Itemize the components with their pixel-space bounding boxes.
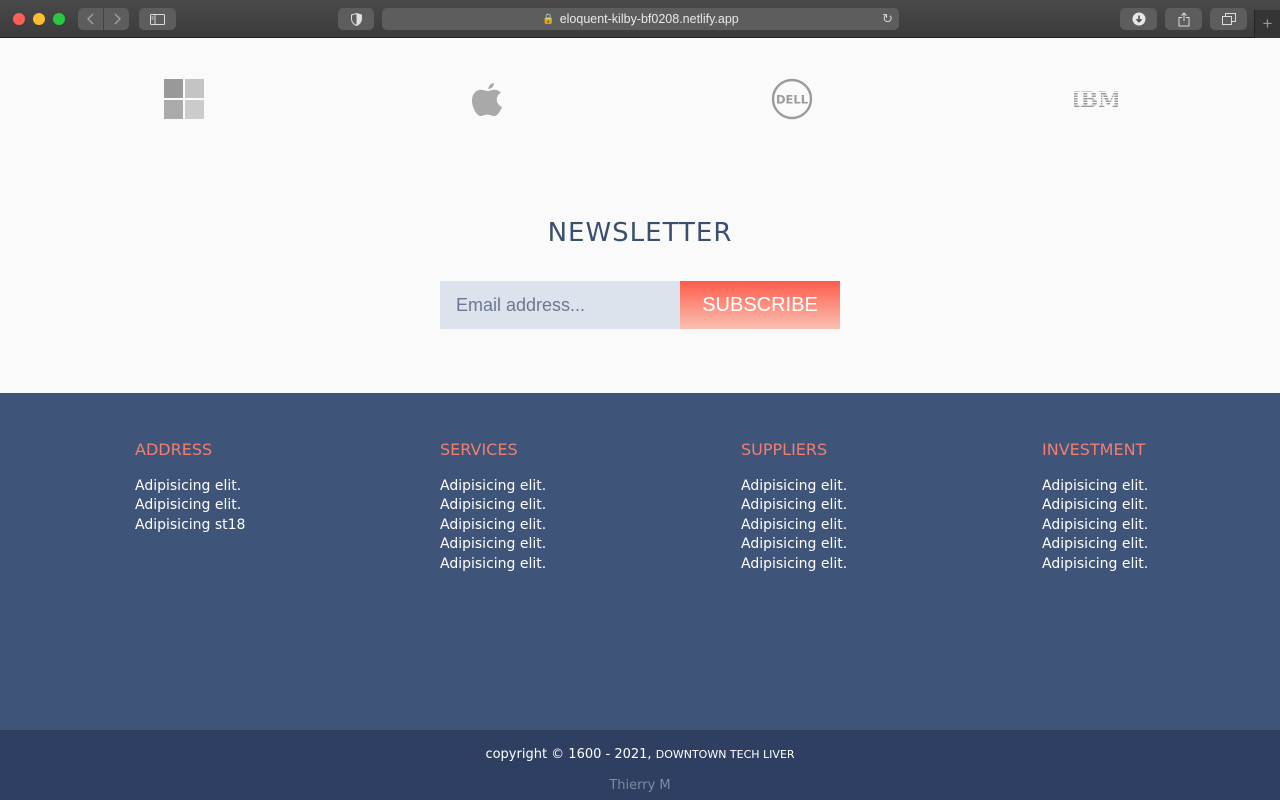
lock-icon: 🔒 — [542, 13, 555, 25]
footer-item: Adipisicing elit. — [741, 555, 848, 572]
footer-column-address: ADDRESS Adipisicing elit. Adipisicing el… — [135, 440, 375, 535]
footer-item: Adipisicing elit. — [741, 497, 848, 514]
email-input[interactable] — [440, 281, 680, 329]
windows-logo — [161, 76, 207, 122]
footer-list-address: Adipisicing elit. Adipisicing elit. Adip… — [135, 477, 375, 535]
reload-icon[interactable]: ↻ — [882, 11, 893, 27]
footer-item: Adipisicing elit. — [1042, 497, 1149, 514]
address-bar[interactable]: 🔒 eloquent-kilby-bf0208.netlify.app ↻ — [382, 8, 899, 30]
new-tab-button[interactable]: + — [1254, 10, 1280, 38]
newsletter-title: NEWSLETTER — [547, 218, 733, 248]
footer-column-investment: INVESTMENT Adipisicing elit. Adipisicing… — [1042, 440, 1280, 574]
sidebar-toggle-button[interactable] — [139, 8, 176, 30]
tabs-overview-icon — [1221, 13, 1236, 25]
page-content: DELL IBM NEWSLETTER SUBSCRIBE ADDRESS Ad… — [0, 38, 1280, 800]
footer-item: Adipisicing elit. — [440, 516, 547, 533]
footer-heading-suppliers: SUPPLIERS — [741, 440, 828, 459]
chevron-right-icon — [113, 13, 121, 25]
footer-item: Adipisicing elit. — [440, 497, 547, 514]
share-icon — [1178, 11, 1189, 26]
footer-item: Adipisicing st18 — [135, 516, 246, 533]
footer-column-services: SERVICES Adipisicing elit. Adipisicing e… — [440, 440, 680, 574]
footer-list-investment: Adipisicing elit. Adipisicing elit. Adip… — [1042, 477, 1280, 574]
url-text: eloquent-kilby-bf0208.netlify.app — [559, 12, 739, 26]
shield-icon — [350, 12, 362, 26]
brand-name: DOWNTOWN TECH LIVER — [655, 748, 795, 761]
footer-item: Adipisicing elit. — [135, 497, 242, 514]
footer-item: Adipisicing elit. — [741, 536, 848, 553]
footer-item: Adipisicing elit. — [1042, 516, 1149, 533]
tab-overview-button[interactable] — [1210, 8, 1247, 30]
downloads-button[interactable] — [1120, 8, 1157, 30]
ibm-logo: IBM — [1073, 76, 1119, 122]
copyright-text: copyright © 1600 - 2021, DOWNTOWN TECH L… — [0, 747, 1280, 762]
author-credit: Thierry M — [609, 778, 671, 793]
footer-item: Adipisicing elit. — [135, 478, 242, 494]
newsletter-form: SUBSCRIBE — [440, 281, 840, 329]
footer-item: Adipisicing elit. — [741, 516, 848, 533]
back-button[interactable] — [78, 8, 103, 30]
footer-item: Adipisicing elit. — [440, 478, 547, 494]
footer-item: Adipisicing elit. — [1042, 555, 1149, 572]
ibm-logo-text: IBM — [1074, 88, 1118, 110]
download-icon — [1132, 12, 1145, 26]
copyright-label: copyright © 1600 - 2021, — [485, 747, 652, 762]
footer-column-suppliers: SUPPLIERS Adipisicing elit. Adipisicing … — [741, 440, 981, 574]
footer-heading-address: ADDRESS — [135, 440, 213, 459]
privacy-report-button[interactable] — [338, 8, 374, 30]
footer-list-suppliers: Adipisicing elit. Adipisicing elit. Adip… — [741, 477, 981, 574]
footer-item: Adipisicing elit. — [440, 555, 547, 572]
plus-icon: + — [1262, 14, 1273, 33]
sidebar-icon — [150, 13, 165, 25]
chevron-left-icon — [86, 13, 94, 25]
close-window-button[interactable] — [13, 13, 25, 25]
minimize-window-button[interactable] — [33, 13, 45, 25]
footer-item: Adipisicing elit. — [440, 536, 547, 553]
footer-heading-investment: INVESTMENT — [1042, 440, 1146, 459]
footer-list-services: Adipisicing elit. Adipisicing elit. Adip… — [440, 477, 680, 574]
dell-logo-text: DELL — [776, 93, 809, 107]
footer-heading-services: SERVICES — [440, 440, 518, 459]
subscribe-button[interactable]: SUBSCRIBE — [680, 281, 840, 329]
footer-item: Adipisicing elit. — [1042, 536, 1149, 553]
dell-logo: DELL — [769, 76, 815, 122]
copyright-bar: copyright © 1600 - 2021, DOWNTOWN TECH L… — [0, 730, 1280, 800]
fullscreen-window-button[interactable] — [53, 13, 65, 25]
footer-item: Adipisicing elit. — [741, 478, 848, 494]
footer: ADDRESS Adipisicing elit. Adipisicing el… — [0, 393, 1280, 730]
partner-logos: DELL IBM — [0, 76, 1280, 126]
footer-item: Adipisicing elit. — [1042, 478, 1149, 494]
forward-button[interactable] — [104, 8, 129, 30]
history-navigation — [78, 8, 129, 30]
browser-toolbar: 🔒 eloquent-kilby-bf0208.netlify.app ↻ + — [0, 0, 1280, 38]
apple-logo — [465, 76, 511, 122]
share-button[interactable] — [1165, 8, 1202, 30]
